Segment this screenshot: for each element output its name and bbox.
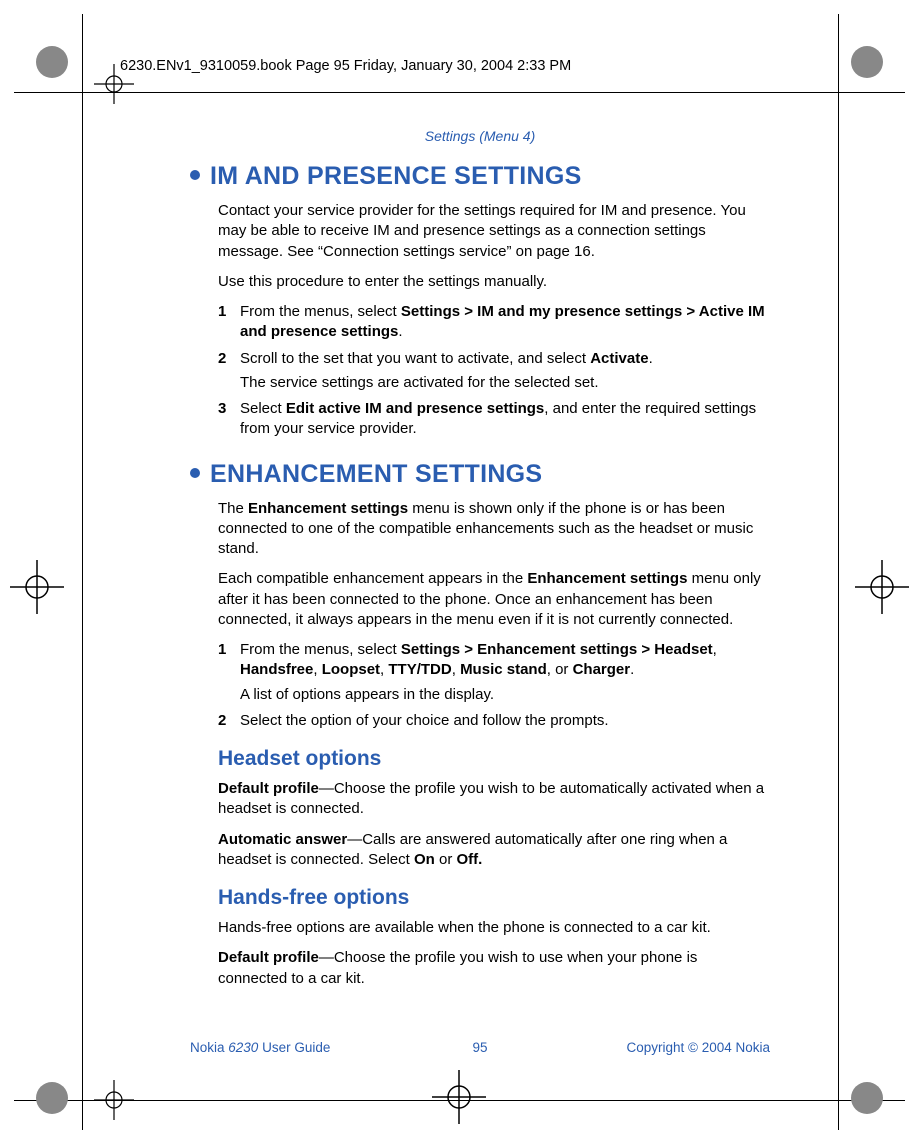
bullet-icon — [190, 468, 200, 478]
ordered-steps: 1From the menus, select Settings > IM an… — [218, 302, 770, 440]
step-number: 1 — [218, 302, 240, 343]
bullet-icon — [190, 170, 200, 180]
step-sub: The service settings are activated for t… — [240, 373, 770, 393]
step-sub: A list of options appears in the display… — [240, 685, 770, 705]
step-2: 2Scroll to the set that you want to acti… — [218, 349, 770, 394]
registration-mark-icon — [10, 560, 64, 614]
page: 6230.ENv1_9310059.book Page 95 Friday, J… — [0, 0, 919, 1144]
registration-mark-icon — [855, 560, 909, 614]
crop-line — [82, 14, 83, 1130]
step-number: 3 — [218, 399, 240, 440]
step-text: Select Edit active IM and presence setti… — [240, 399, 770, 440]
heading-handsfree-options: Hands-free options — [218, 886, 770, 910]
body-text: Automatic answer—Calls are answered auto… — [218, 830, 770, 871]
heading-text: IM AND PRESENCE SETTINGS — [210, 162, 582, 190]
color-swatch-icon — [851, 1082, 883, 1114]
body-text: Default profile—Choose the profile you w… — [218, 779, 770, 820]
body-text: Use this procedure to enter the settings… — [218, 272, 770, 292]
step-number: 1 — [218, 640, 240, 705]
registration-mark-icon — [94, 1080, 134, 1120]
step-text: From the menus, select Settings > IM and… — [240, 302, 770, 343]
source-header: 6230.ENv1_9310059.book Page 95 Friday, J… — [120, 58, 571, 74]
crop-line — [14, 92, 905, 93]
body-text: Default profile—Choose the profile you w… — [218, 948, 770, 989]
heading-headset-options: Headset options — [218, 747, 770, 771]
step-3: 3Select Edit active IM and presence sett… — [218, 399, 770, 440]
step-1: 1From the menus, select Settings > Enhan… — [218, 640, 770, 705]
page-footer: Nokia 6230 User Guide 95 Copyright © 200… — [190, 1040, 770, 1055]
registration-mark-icon — [432, 1070, 486, 1124]
step-text: From the menus, select Settings > Enhanc… — [240, 640, 770, 705]
step-text: Scroll to the set that you want to activ… — [240, 349, 770, 394]
heading-text: ENHANCEMENT SETTINGS — [210, 460, 542, 488]
color-swatch-icon — [36, 1082, 68, 1114]
crop-line — [838, 14, 839, 1130]
heading-im-presence: IM AND PRESENCE SETTINGS — [190, 162, 770, 191]
step-number: 2 — [218, 349, 240, 394]
step-number: 2 — [218, 711, 240, 731]
body-text: The Enhancement settings menu is shown o… — [218, 499, 770, 560]
step-2: 2Select the option of your choice and fo… — [218, 711, 770, 731]
body-text: Each compatible enhancement appears in t… — [218, 569, 770, 630]
body-text: Hands-free options are available when th… — [218, 918, 770, 938]
body-text: Contact your service provider for the se… — [218, 201, 770, 262]
step-text: Select the option of your choice and fol… — [240, 711, 770, 731]
step-1: 1From the menus, select Settings > IM an… — [218, 302, 770, 343]
breadcrumb: Settings (Menu 4) — [190, 128, 770, 144]
ordered-steps: 1From the menus, select Settings > Enhan… — [218, 640, 770, 731]
page-content: Settings (Menu 4) IM AND PRESENCE SETTIN… — [190, 128, 770, 999]
footer-page-number: 95 — [190, 1040, 770, 1055]
color-swatch-icon — [851, 46, 883, 78]
heading-enhancement: ENHANCEMENT SETTINGS — [190, 460, 770, 489]
color-swatch-icon — [36, 46, 68, 78]
